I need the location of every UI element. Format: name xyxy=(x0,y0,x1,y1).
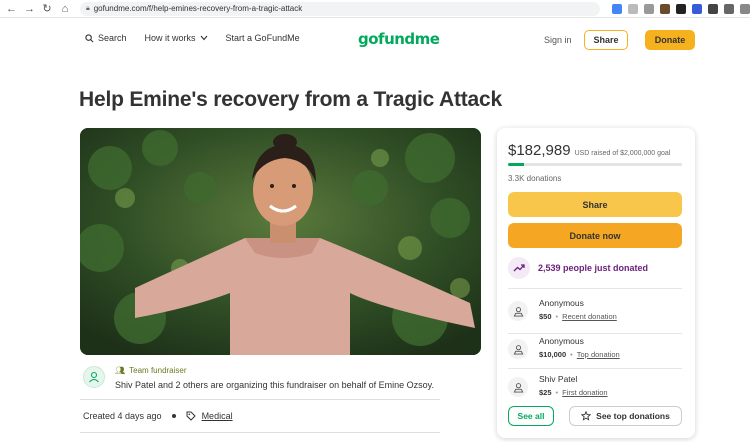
address-bar[interactable]: 🔒︎ gofundme.com/f/help-emines-recovery-f… xyxy=(80,1,600,16)
organizer-avatar[interactable] xyxy=(83,366,105,388)
divider xyxy=(508,368,682,369)
donor-avatar xyxy=(508,377,528,397)
raised-amount: $182,989 xyxy=(508,142,571,159)
donor-detail: $50 • Recent donation xyxy=(539,312,617,321)
donor-tag[interactable]: Recent donation xyxy=(562,312,617,321)
donor-name: Anonymous xyxy=(539,336,584,346)
sidebar-panel-icon[interactable] xyxy=(740,3,750,14)
start-gofundme-label: Start a GoFundMe xyxy=(225,33,300,43)
trending-notice: 2,539 people just donated xyxy=(508,257,648,279)
layers-extension-icon[interactable] xyxy=(676,3,686,14)
separator-dot xyxy=(171,414,176,418)
home-icon[interactable]: ⌂ xyxy=(60,0,70,18)
donor-amount: $25 xyxy=(539,388,552,397)
progress-bar xyxy=(508,163,682,166)
divider xyxy=(508,333,682,334)
hand-heart-icon xyxy=(513,306,523,317)
search-icon xyxy=(85,33,94,42)
trending-up-icon xyxy=(508,257,530,279)
donor-name: Anonymous xyxy=(539,298,584,308)
divider xyxy=(508,288,682,289)
donor-item: Shiv Patel $25 • First donation xyxy=(508,374,682,404)
progress-fill xyxy=(508,163,524,166)
gofundme-logo[interactable]: gofundme xyxy=(358,30,440,48)
share-button[interactable]: Share xyxy=(508,192,682,217)
team-icon: 👥︎ xyxy=(115,366,126,375)
image-extension-icon[interactable] xyxy=(708,3,718,14)
divider xyxy=(80,399,440,400)
donor-item: Anonymous $10,000 • Top donation xyxy=(508,336,682,366)
browser-toolbar: ← → ↻ ⌂ 🔒︎ gofundme.com/f/help-emines-re… xyxy=(0,0,750,18)
signin-link[interactable]: Sign in xyxy=(544,35,572,45)
campaign-meta: Created 4 days ago Medical xyxy=(83,411,233,421)
url-text: gofundme.com/f/help-emines-recovery-from… xyxy=(93,4,303,13)
donations-count: 3.3K donations xyxy=(508,174,562,183)
organizer-text: Shiv Patel and 2 others are organizing t… xyxy=(115,380,435,390)
forward-icon[interactable]: → xyxy=(24,0,35,18)
tag-icon xyxy=(186,411,196,421)
campaign-photo[interactable] xyxy=(80,128,481,355)
search-label: Search xyxy=(98,33,127,43)
puzzle-icon[interactable] xyxy=(724,3,734,14)
back-icon[interactable]: ← xyxy=(6,0,17,18)
header-share-button[interactable]: Share xyxy=(584,30,628,50)
donor-tag[interactable]: Top donation xyxy=(577,350,620,359)
category-link[interactable]: Medical xyxy=(202,411,233,421)
d-extension-icon[interactable] xyxy=(692,3,702,14)
created-date: Created 4 days ago xyxy=(83,411,162,421)
see-all-button[interactable]: See all xyxy=(508,406,554,426)
search-link[interactable]: Search xyxy=(85,33,127,43)
donor-item: Anonymous $50 • Recent donation xyxy=(508,298,682,328)
donor-avatar xyxy=(508,339,528,359)
user-icon xyxy=(89,371,99,383)
page-title: Help Emine's recovery from a Tragic Atta… xyxy=(79,88,502,111)
chevron-down-icon xyxy=(200,35,207,41)
donor-detail: $10,000 • Top donation xyxy=(539,350,620,359)
see-top-donations-button[interactable]: See top donations xyxy=(569,406,682,426)
team-fundraiser-label: Team fundraiser xyxy=(129,366,187,375)
donor-tag[interactable]: First donation xyxy=(562,388,607,397)
bookmark-star-icon[interactable] xyxy=(644,3,654,14)
share-page-icon[interactable] xyxy=(628,3,638,14)
donor-avatar xyxy=(508,301,528,321)
campaign-photo-image xyxy=(80,128,481,355)
hand-heart-icon xyxy=(513,382,523,393)
raised-goal-text: USD raised of $2,000,000 goal xyxy=(574,150,671,157)
how-it-works-label: How it works xyxy=(144,33,196,43)
donor-name: Shiv Patel xyxy=(539,374,578,384)
divider xyxy=(80,432,440,433)
trending-text: 2,539 people just donated xyxy=(538,263,649,273)
raised-summary: $182,989 USD raised of $2,000,000 goal xyxy=(508,142,670,159)
donation-sidebar: $182,989 USD raised of $2,000,000 goal 3… xyxy=(497,128,695,438)
hand-heart-icon xyxy=(513,344,523,355)
donor-amount: $50 xyxy=(539,312,552,321)
site-header: Search How it works Start a GoFundMe gof… xyxy=(0,18,750,62)
organizer-section: 👥︎ Team fundraiser Shiv Patel and 2 othe… xyxy=(83,364,443,394)
donor-detail: $25 • First donation xyxy=(539,388,608,397)
star-icon xyxy=(581,411,592,421)
donate-now-button[interactable]: Donate now xyxy=(508,223,682,248)
start-gofundme-link[interactable]: Start a GoFundMe xyxy=(226,33,300,43)
google-icon[interactable] xyxy=(612,3,622,14)
see-top-donations-label: See top donations xyxy=(596,411,670,421)
donor-amount: $10,000 xyxy=(539,350,567,359)
extension-icon[interactable] xyxy=(660,3,670,14)
reload-icon[interactable]: ↻ xyxy=(42,0,52,18)
team-fundraiser-badge: 👥︎ Team fundraiser xyxy=(115,366,187,375)
header-donate-button[interactable]: Donate xyxy=(645,30,695,50)
lock-icon: 🔒︎ xyxy=(86,4,90,12)
how-it-works-menu[interactable]: How it works xyxy=(145,33,208,43)
